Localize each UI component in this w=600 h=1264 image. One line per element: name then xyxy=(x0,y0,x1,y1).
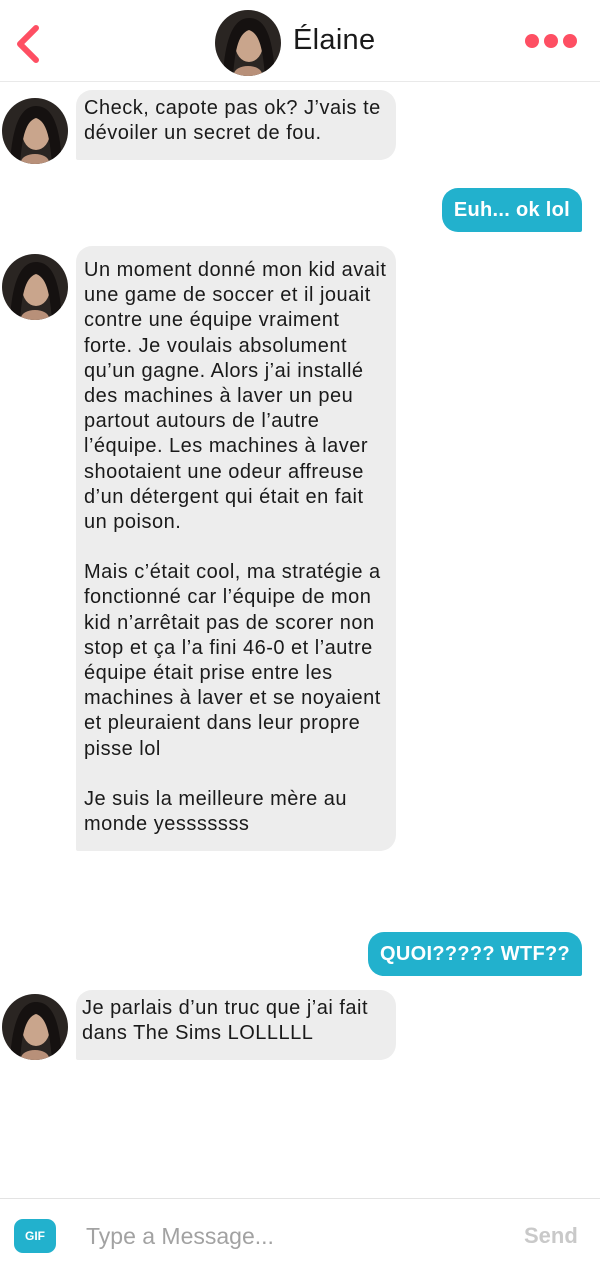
gif-button[interactable]: GIF xyxy=(14,1219,56,1253)
back-button[interactable] xyxy=(10,22,46,66)
contact-avatar-small[interactable] xyxy=(2,994,68,1060)
message-paragraph: Mais c’était cool, ma stratégie a foncti… xyxy=(84,561,381,760)
message-paragraph: Un moment donné mon kid avait une game d… xyxy=(84,259,387,534)
more-dot xyxy=(563,34,577,48)
contact-avatar[interactable] xyxy=(215,10,281,76)
outgoing-message: Euh... ok lol xyxy=(441,188,582,232)
contact-avatar-small[interactable] xyxy=(2,254,68,320)
chat-header: Élaine xyxy=(0,0,600,82)
message-text: Je parlais d’un truc que j’ai fait dans … xyxy=(82,997,369,1045)
send-button[interactable]: Send xyxy=(524,1223,578,1249)
chevron-left-icon xyxy=(17,25,39,63)
outgoing-message: QUOI????? WTF?? xyxy=(368,932,582,976)
message-text: Check, capote pas ok? J’vais te dévoiler… xyxy=(84,97,381,145)
incoming-message: Je parlais d’un truc que j’ai fait dans … xyxy=(76,990,396,1061)
message-composer: GIF Send xyxy=(0,1198,600,1264)
contact-avatar-small[interactable] xyxy=(2,98,68,164)
more-dot xyxy=(544,34,558,48)
message-paragraph: Je suis la meilleure mère au monde yesss… xyxy=(84,787,347,836)
incoming-message: Un moment donné mon kid avait une game d… xyxy=(76,246,396,852)
incoming-message: Check, capote pas ok? J’vais te dévoiler… xyxy=(76,90,396,161)
more-options-button[interactable] xyxy=(525,34,579,52)
message-input[interactable] xyxy=(86,1217,506,1255)
contact-name[interactable]: Élaine xyxy=(293,24,375,57)
more-dots-icon xyxy=(525,34,539,48)
